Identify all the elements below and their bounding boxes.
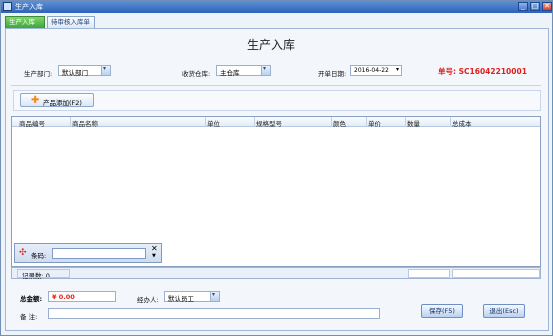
remark-label: 备 注: (20, 313, 38, 321)
barcode-label: 条码: (31, 252, 47, 260)
column-divider[interactable] (405, 117, 406, 127)
handler-select[interactable]: 默认员工 ▾ (164, 291, 220, 303)
col-product-name[interactable]: 商品名称 (72, 118, 98, 128)
date-picker[interactable]: 2016-04-22 ▾ (350, 65, 402, 76)
window-title: 生产入库 (15, 3, 43, 11)
dept-dropdown-icon[interactable]: ▾ (101, 65, 110, 75)
add-product-button[interactable]: ✚ 产品添加(F2) (20, 93, 94, 107)
window: 生产入库 _ □ ✕ 生产入库单 待审核入库单 生产入库 生产部门: 默认部门 … (0, 0, 553, 336)
order-number: 单号: SC16042210001 (438, 67, 527, 76)
date-label: 开单日期: (318, 70, 347, 78)
page-title: 生产入库 (247, 38, 296, 52)
column-divider[interactable] (254, 117, 255, 127)
barcode-input[interactable] (52, 248, 146, 259)
maximize-button[interactable]: □ (530, 2, 540, 11)
title-bar: 生产入库 _ □ ✕ (1, 1, 552, 13)
add-product-label: 产品添加(F2) (43, 99, 82, 107)
close-barcode-icon[interactable]: ✕ (151, 244, 158, 253)
col-product-code[interactable]: 商品编号 (19, 118, 45, 128)
minimize-button[interactable]: _ (518, 2, 528, 11)
tab-pending-receipts[interactable]: 待审核入库单 (47, 16, 95, 28)
col-spec[interactable]: 规格型号 (256, 118, 282, 128)
column-divider[interactable] (450, 117, 451, 127)
date-value: 2016-04-22 (354, 67, 389, 74)
dept-value: 默认部门 (62, 69, 88, 77)
warehouse-dropdown-icon[interactable]: ▾ (261, 65, 270, 75)
add-icon: ✚ (31, 95, 40, 106)
handler-dropdown-icon[interactable]: ▾ (210, 291, 219, 301)
minimize-icon: _ (521, 2, 525, 10)
exit-button[interactable]: 退出(Esc) (483, 304, 525, 318)
column-divider[interactable] (70, 117, 71, 127)
status-cell (452, 269, 540, 278)
grid-header: 商品编号 商品名称 单位 规格型号 颜色 单价 数量 总成本 (12, 117, 540, 128)
status-cell (408, 269, 450, 278)
date-dropdown-icon[interactable]: ▾ (396, 66, 399, 73)
warehouse-select[interactable]: 主仓库 ▾ (216, 65, 271, 77)
chevron-down-icon[interactable]: ▼ (152, 253, 156, 259)
column-divider[interactable] (366, 117, 367, 127)
column-divider[interactable] (205, 117, 206, 127)
total-value: ¥ 0.00 (52, 293, 75, 301)
col-color[interactable]: 颜色 (333, 118, 346, 128)
app-icon (3, 2, 12, 11)
warehouse-value: 主仓库 (220, 69, 240, 77)
col-unit-price[interactable]: 单价 (368, 118, 381, 128)
warehouse-label: 收货仓库: (182, 70, 211, 78)
column-divider[interactable] (331, 117, 332, 127)
col-quantity[interactable]: 数量 (407, 118, 420, 128)
barcode-scan-icon: ✣ (19, 248, 27, 258)
barcode-bar: ✣ 条码: ✕ ▼ (14, 243, 162, 263)
close-button[interactable]: ✕ (542, 2, 552, 11)
dept-label: 生产部门: (24, 70, 53, 78)
total-label: 总金额: (20, 295, 43, 303)
remark-input[interactable] (48, 308, 380, 319)
handler-value: 默认员工 (168, 295, 194, 303)
col-unit[interactable]: 单位 (207, 118, 220, 128)
maximize-icon: □ (531, 2, 539, 10)
close-icon: ✕ (544, 2, 550, 10)
total-amount: ¥ 0.00 (48, 291, 116, 302)
save-button[interactable]: 保存(F5) (421, 304, 463, 318)
handler-label: 经办人: (137, 296, 159, 304)
status-bar: 记录数: 0 (11, 267, 541, 280)
dept-select[interactable]: 默认部门 ▾ (58, 65, 111, 77)
tab-production-receipt[interactable]: 生产入库单 (5, 16, 45, 37)
divider (11, 85, 541, 86)
status-cell (17, 269, 70, 278)
col-total-cost[interactable]: 总成本 (452, 118, 472, 128)
